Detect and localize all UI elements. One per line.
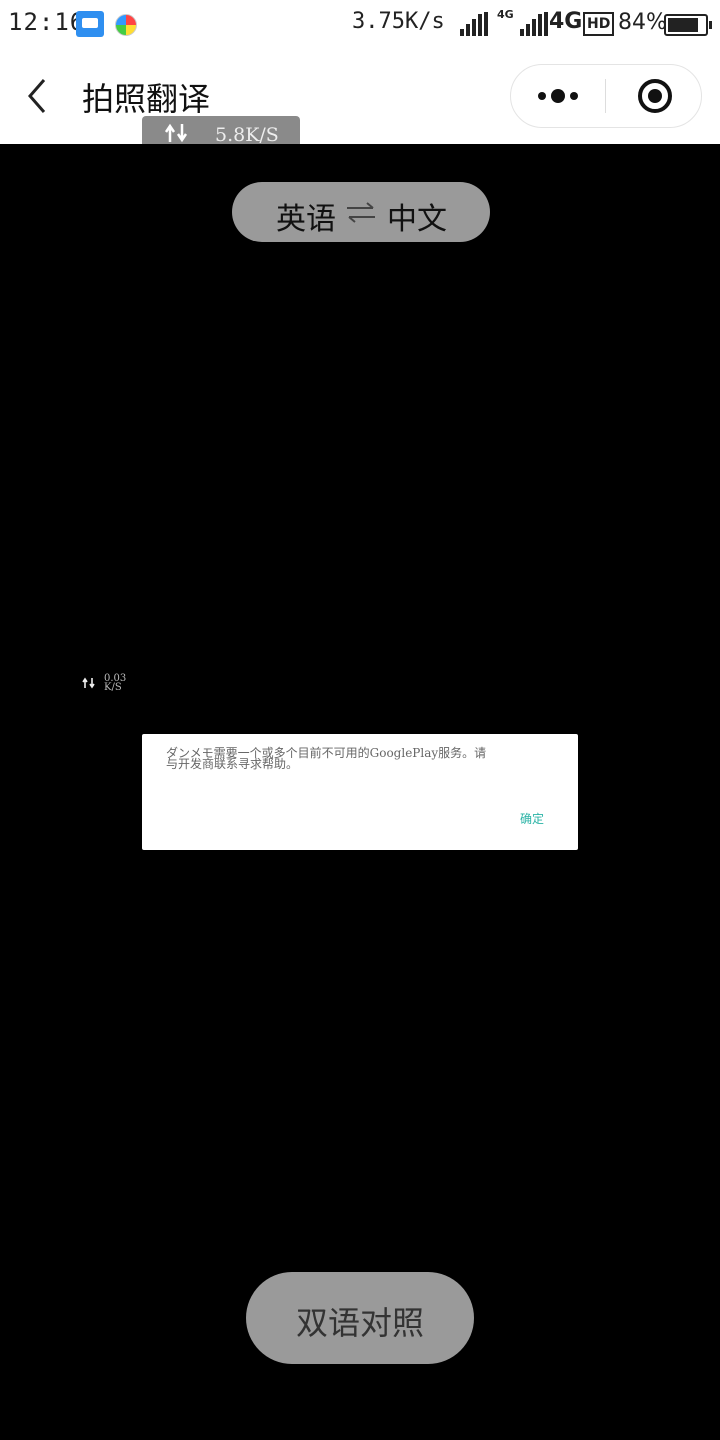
swap-icon xyxy=(347,202,375,223)
close-button[interactable] xyxy=(607,65,701,127)
network-type: 4G xyxy=(549,9,583,34)
back-icon xyxy=(28,79,46,113)
color-wheel-icon xyxy=(115,14,137,36)
capsule-divider xyxy=(605,79,606,113)
source-language: 英语 xyxy=(276,202,336,237)
tiny-speed-indicator: 0.03 K/S xyxy=(82,674,126,693)
error-dialog: ダンメモ需要一个或多个目前不可用的GooglePlay服务。请与开发商联系寻求帮… xyxy=(142,734,578,850)
language-switch-button[interactable]: 英语 中文 xyxy=(232,182,490,242)
close-icon xyxy=(638,79,672,113)
tiny-speed-text: 0.03 K/S xyxy=(104,673,127,693)
status-time: 12:16 xyxy=(8,8,86,36)
overlay-speed-text: 5.8K/S xyxy=(215,124,279,144)
sync-icon xyxy=(164,123,188,143)
bilingual-compare-label: 双语对照 xyxy=(295,1304,424,1342)
target-language: 中文 xyxy=(387,202,447,237)
message-icon xyxy=(76,11,104,37)
sync-icon xyxy=(82,677,95,689)
battery-icon xyxy=(664,14,712,36)
signal-icon xyxy=(460,12,490,36)
hd-badge: HD xyxy=(583,12,615,36)
more-button[interactable] xyxy=(511,65,605,127)
status-bar: 12:16 3.75K/s 4G 4G HD 84% xyxy=(0,0,720,48)
battery-percent: 84% xyxy=(618,10,667,35)
ok-button[interactable]: 确定 xyxy=(520,810,544,827)
mini-program-capsule xyxy=(510,64,702,128)
dialog-message: ダンメモ需要一个或多个目前不可用的GooglePlay服务。请与开发商联系寻求帮… xyxy=(166,746,487,771)
navigation-bar: 拍照翻译 xyxy=(0,48,720,144)
more-icon xyxy=(538,89,578,103)
battery-fill xyxy=(668,18,698,32)
back-button[interactable] xyxy=(22,74,62,118)
bilingual-compare-button[interactable]: 双语对照 xyxy=(246,1272,474,1364)
page-title: 拍照翻译 xyxy=(82,80,211,118)
network-type-small: 4G xyxy=(497,8,514,21)
network-speed: 3.75K/s xyxy=(352,9,445,34)
signal-icon xyxy=(520,12,550,36)
speed-overlay: 5.8K/S xyxy=(142,116,300,144)
